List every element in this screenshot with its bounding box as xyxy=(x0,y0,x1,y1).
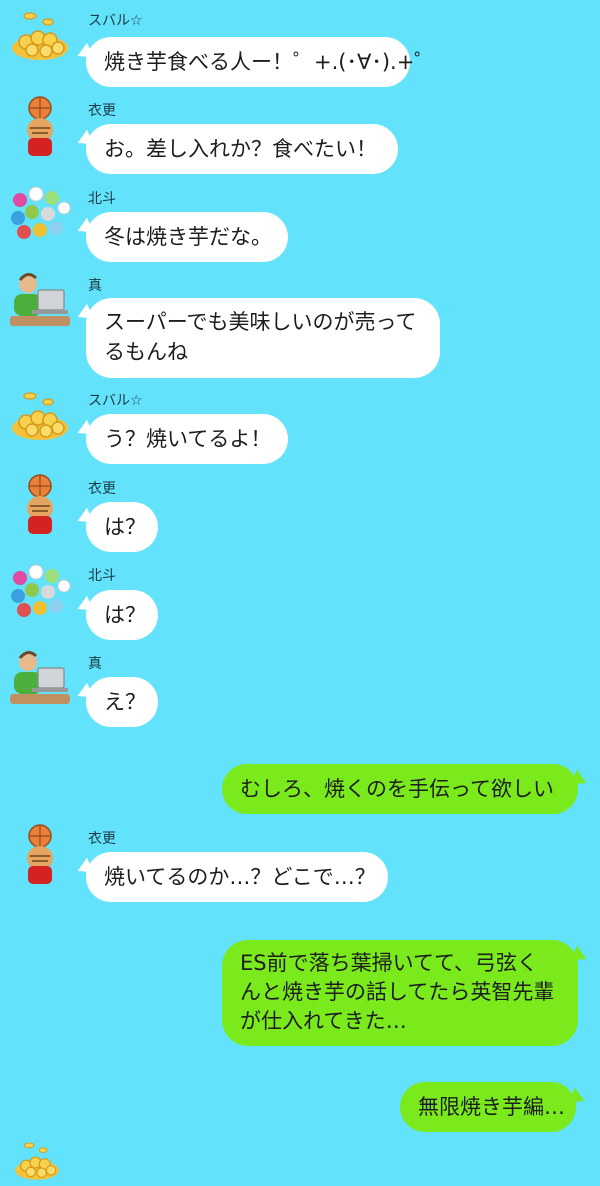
sender-name: 衣更 xyxy=(88,103,116,119)
sender-name: 真 xyxy=(88,656,102,672)
colorful-flowers-icon[interactable] xyxy=(8,560,72,624)
gold-coins-icon[interactable] xyxy=(12,1136,62,1186)
sender-name: 真 xyxy=(88,278,102,294)
message-bubble[interactable]: お。差し入れか？食べたい！ xyxy=(86,124,398,174)
message-bubble[interactable]: え？ xyxy=(86,677,158,727)
message-bubble[interactable]: ES前で落ち葉掃いてて、弓弦く んと焼き芋の話してたら英智先輩 が仕入れてきた… xyxy=(222,940,578,1046)
laptop-person-icon[interactable] xyxy=(8,646,72,710)
message-line: が仕入れてきた… xyxy=(240,1009,407,1033)
message-bubble[interactable]: 焼き芋食べる人ー！゜+.(･∀･).+゜ xyxy=(86,37,435,87)
basketball-cat-icon[interactable] xyxy=(10,822,74,886)
message-line: んと焼き芋の話してたら英智先輩 xyxy=(240,980,555,1004)
colorful-flowers-icon[interactable] xyxy=(8,182,72,246)
message-bubble[interactable]: むしろ、焼くのを手伝って欲しい xyxy=(222,764,578,814)
sender-name: 衣更 xyxy=(88,481,116,497)
sender-name: スバル☆ xyxy=(88,393,143,409)
basketball-cat-icon[interactable] xyxy=(10,94,74,158)
sender-name: スバル☆ xyxy=(88,13,143,29)
gold-coins-icon[interactable] xyxy=(8,384,72,448)
message-bubble[interactable]: スーパーでも美味しいのが売って るもんね xyxy=(86,298,440,378)
sender-name: 衣更 xyxy=(88,831,116,847)
message-line: るもんね xyxy=(104,340,188,364)
message-bubble[interactable]: う？焼いてるよ！ xyxy=(86,414,288,464)
gold-coins-icon[interactable] xyxy=(8,4,72,68)
laptop-person-icon[interactable] xyxy=(8,268,72,332)
sender-name: 北斗 xyxy=(88,568,116,584)
sender-name: 北斗 xyxy=(88,191,116,207)
message-line: スーパーでも美味しいのが売って xyxy=(104,310,417,334)
message-bubble[interactable]: 無限焼き芋編… xyxy=(400,1082,576,1132)
basketball-cat-icon[interactable] xyxy=(10,472,74,536)
message-bubble[interactable]: は？ xyxy=(86,502,158,552)
message-bubble[interactable]: 冬は焼き芋だな。 xyxy=(86,212,288,262)
message-line: ES前で落ち葉掃いてて、弓弦く xyxy=(240,951,538,975)
message-bubble[interactable]: 焼いてるのか…？どこで…？ xyxy=(86,852,388,902)
message-bubble[interactable]: は？ xyxy=(86,590,158,640)
